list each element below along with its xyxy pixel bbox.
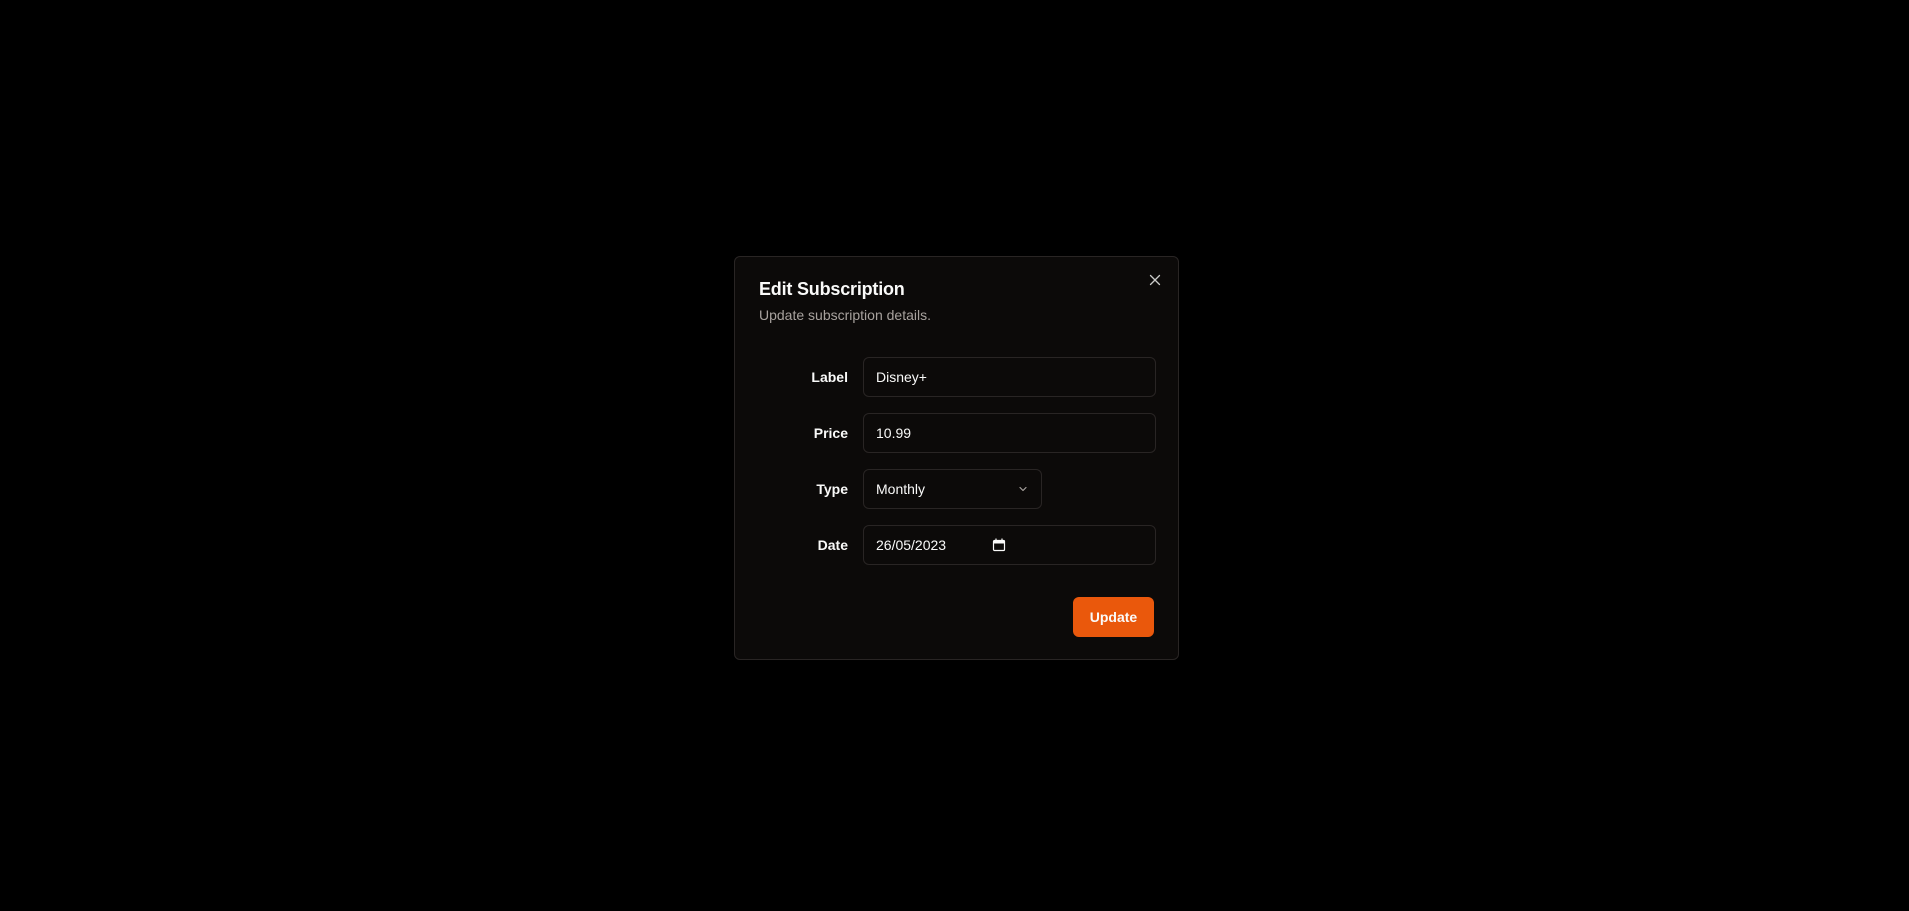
label-input[interactable] (863, 357, 1156, 397)
date-field-label: Date (817, 537, 848, 553)
price-field-label: Price (813, 425, 848, 441)
date-value: 26/05/2023 (876, 537, 947, 553)
price-input[interactable] (863, 413, 1156, 453)
price-row: Price (759, 413, 1156, 453)
date-input[interactable]: 26/05/2023 (863, 525, 1156, 565)
label-row: Label (759, 357, 1156, 397)
dialog-subtitle: Update subscription details. (759, 307, 931, 323)
edit-subscription-dialog: Edit Subscription Update subscription de… (734, 256, 1179, 660)
close-icon (1149, 274, 1161, 286)
type-row: Type Monthly (759, 469, 1156, 509)
label-field-label: Label (811, 369, 848, 385)
chevron-down-icon (1019, 486, 1027, 492)
type-select-value: Monthly (876, 481, 926, 497)
update-button[interactable]: Update (1073, 597, 1154, 637)
date-row: Date 26/05/2023 (759, 525, 1156, 565)
calendar-icon[interactable] (992, 538, 1006, 552)
type-field-label: Type (816, 481, 848, 497)
close-button[interactable] (1146, 271, 1164, 289)
dialog-title: Edit Subscription (759, 279, 905, 299)
type-select[interactable]: Monthly (863, 469, 1042, 509)
